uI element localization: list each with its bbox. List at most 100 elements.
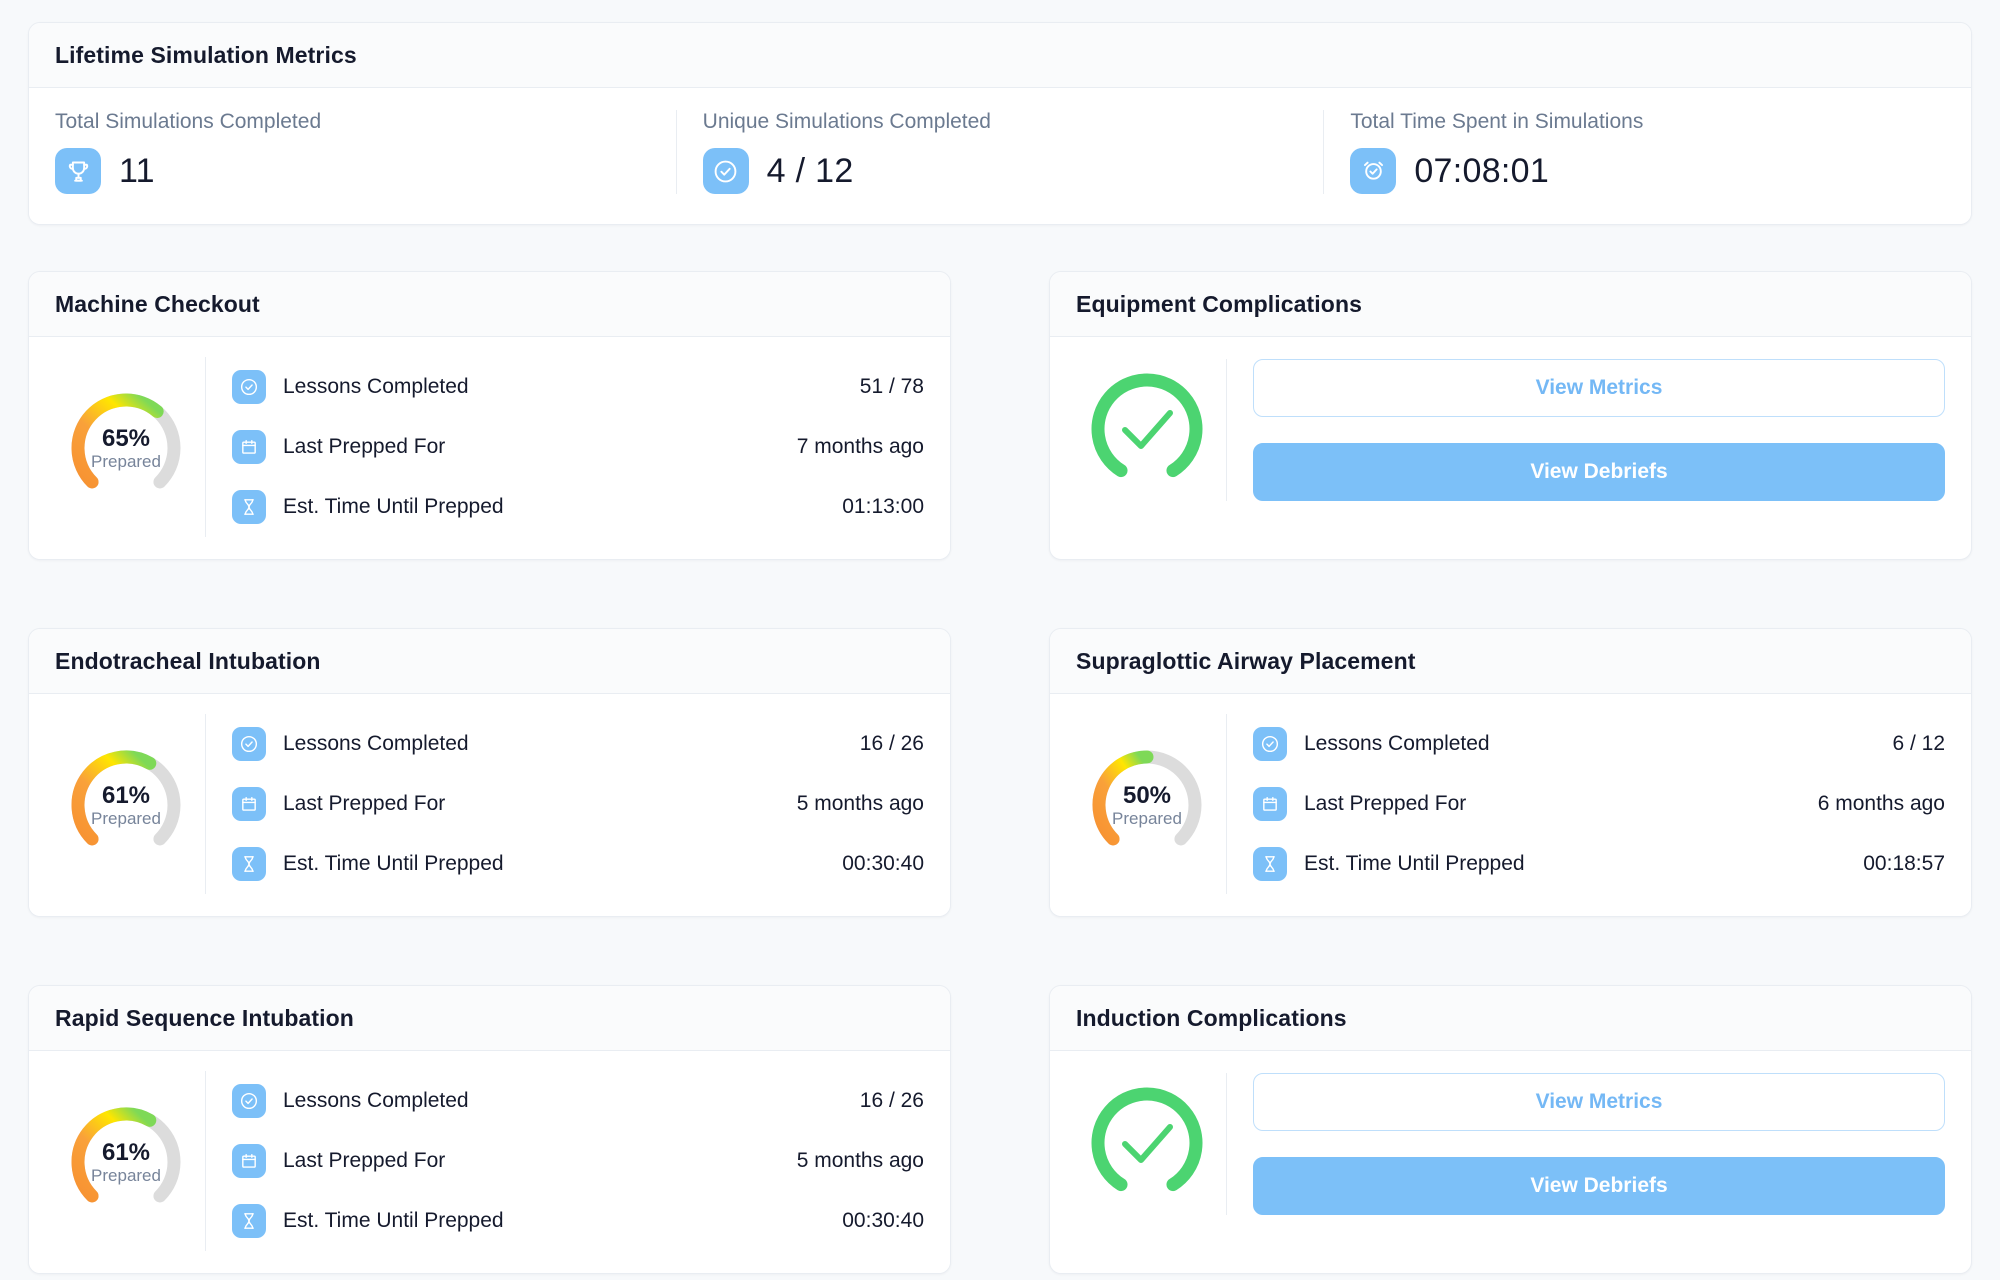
stat-value: 7 months ago xyxy=(796,435,924,458)
metric-value: 4 / 12 xyxy=(766,151,854,190)
stat-row: Last Prepped For 5 months ago xyxy=(232,1131,924,1191)
stat-row: Last Prepped For 6 months ago xyxy=(1253,774,1945,834)
stat-row: Lessons Completed 16 / 26 xyxy=(232,1071,924,1131)
hourglass-icon xyxy=(232,1204,266,1238)
metric-value-row: 4 / 12 xyxy=(702,148,1298,194)
check-circle-icon xyxy=(232,1084,266,1118)
stat-row: Est. Time Until Prepped 00:30:40 xyxy=(232,834,924,894)
skill-stats-list: Lessons Completed 6 / 12 Last Prepped For 6… xyxy=(1226,714,1945,894)
stat-row: Est. Time Until Prepped 00:18:57 xyxy=(1253,834,1945,894)
skill-card: Rapid Sequence Intubation 61% Prepared Less… xyxy=(28,985,951,1274)
card-actions: View Metrics View Debriefs xyxy=(1226,359,1945,501)
skill-stats-list: Lessons Completed 51 / 78 Last Prepped For… xyxy=(205,357,924,537)
skill-card-header: Endotracheal Intubation xyxy=(29,629,950,694)
skill-card-body: 61% Prepared Lessons Completed 16 / 26 Last … xyxy=(29,694,950,916)
skill-card-body: View Metrics View Debriefs xyxy=(1050,1051,1971,1239)
view-metrics-button[interactable]: View Metrics xyxy=(1253,1073,1945,1131)
dashboard-page: Lifetime Simulation Metrics Total Simula… xyxy=(0,0,2000,1280)
skill-card-body: View Metrics View Debriefs xyxy=(1050,337,1971,525)
lifetime-metric: Total Simulations Completed 11 xyxy=(29,110,676,194)
gauge-column xyxy=(1068,367,1226,493)
stat-row: Last Prepped For 7 months ago xyxy=(232,417,924,477)
gauge-column: 50% Prepared xyxy=(1068,741,1226,867)
gauge-sublabel: Prepared xyxy=(91,452,161,472)
stat-label: Lessons Completed xyxy=(283,732,469,755)
gauge-percent: 50% xyxy=(1122,781,1172,809)
preparedness-gauge: 61% Prepared xyxy=(60,741,192,867)
metric-value-row: 07:08:01 xyxy=(1350,148,1945,194)
stat-value: 6 months ago xyxy=(1817,792,1945,815)
check-circle-icon xyxy=(232,370,266,404)
metric-value: 11 xyxy=(119,151,155,190)
stat-value: 00:18:57 xyxy=(1863,852,1945,875)
skill-card: Supraglottic Airway Placement 50% Prepared… xyxy=(1049,628,1972,917)
gauge-column xyxy=(1068,1081,1226,1207)
skill-card-title: Endotracheal Intubation xyxy=(55,648,321,674)
lifetime-metrics-card: Lifetime Simulation Metrics Total Simula… xyxy=(28,22,1972,225)
stat-value: 5 months ago xyxy=(796,1149,924,1172)
gauge-sublabel: Prepared xyxy=(91,809,161,829)
stat-label: Last Prepped For xyxy=(283,792,446,815)
gauge-percent: 61% xyxy=(101,1138,151,1166)
check-gauge-icon xyxy=(1081,367,1213,493)
gauge-center-label: 65% Prepared xyxy=(60,384,192,510)
lifetime-metrics-row: Total Simulations Completed 11 Unique Simu… xyxy=(29,88,1971,224)
preparedness-gauge: 65% Prepared xyxy=(60,384,192,510)
skill-card-body: 50% Prepared Lessons Completed 6 / 12 Last P… xyxy=(1050,694,1971,916)
stat-row: Lessons Completed 16 / 26 xyxy=(232,714,924,774)
skill-card-title: Supraglottic Airway Placement xyxy=(1076,648,1416,674)
check-circle-icon xyxy=(702,148,749,194)
check-circle-icon xyxy=(1253,727,1287,761)
calendar-icon xyxy=(1253,787,1287,821)
gauge-sublabel: Prepared xyxy=(91,1166,161,1186)
stat-label: Est. Time Until Prepped xyxy=(283,1209,504,1232)
gauge-sublabel: Prepared xyxy=(1112,809,1182,829)
stat-label: Lessons Completed xyxy=(283,375,469,398)
trophy-icon xyxy=(55,148,101,194)
hourglass-icon xyxy=(232,847,266,881)
gauge-center-label: 61% Prepared xyxy=(60,741,192,867)
metric-label: Total Simulations Completed xyxy=(55,110,322,133)
metric-label: Unique Simulations Completed xyxy=(702,110,991,133)
stat-row: Lessons Completed 6 / 12 xyxy=(1253,714,1945,774)
check-circle-icon xyxy=(232,727,266,761)
alarm-check-icon xyxy=(1350,148,1397,194)
gauge-center-label: 61% Prepared xyxy=(60,1098,192,1224)
stat-row: Lessons Completed 51 / 78 xyxy=(232,357,924,417)
stat-label: Last Prepped For xyxy=(283,1149,446,1172)
skill-card-header: Machine Checkout xyxy=(29,272,950,337)
stat-row: Last Prepped For 5 months ago xyxy=(232,774,924,834)
skill-stats-list: Lessons Completed 16 / 26 Last Prepped For… xyxy=(205,714,924,894)
gauge-column: 61% Prepared xyxy=(47,741,205,867)
calendar-icon xyxy=(232,430,266,464)
calendar-icon xyxy=(232,1144,266,1178)
metric-value: 07:08:01 xyxy=(1414,151,1550,190)
stat-value: 00:30:40 xyxy=(842,852,924,875)
stat-row: Est. Time Until Prepped 01:13:00 xyxy=(232,477,924,537)
skill-card-header: Induction Complications xyxy=(1050,986,1971,1051)
view-debriefs-button[interactable]: View Debriefs xyxy=(1253,443,1945,501)
lifetime-metric: Unique Simulations Completed 4 / 12 xyxy=(675,110,1324,194)
preparedness-gauge: 50% Prepared xyxy=(1081,741,1213,867)
stat-label: Lessons Completed xyxy=(283,1089,469,1112)
skill-cards-grid: Machine Checkout 65% Prepared Lessons Compl… xyxy=(28,271,1972,1274)
card-actions: View Metrics View Debriefs xyxy=(1226,1073,1945,1215)
stat-value: 6 / 12 xyxy=(1892,732,1945,755)
hourglass-icon xyxy=(1253,847,1287,881)
stat-label: Est. Time Until Prepped xyxy=(1304,852,1525,875)
lifetime-metric: Total Time Spent in Simulations 07:08:01 xyxy=(1323,110,1971,194)
skill-card-header: Supraglottic Airway Placement xyxy=(1050,629,1971,694)
lifetime-metrics-header: Lifetime Simulation Metrics xyxy=(29,23,1971,88)
lifetime-metrics-body: Total Simulations Completed 11 Unique Simu… xyxy=(29,88,1971,224)
view-debriefs-button[interactable]: View Debriefs xyxy=(1253,1157,1945,1215)
stat-label: Est. Time Until Prepped xyxy=(283,852,504,875)
skill-card-header: Equipment Complications xyxy=(1050,272,1971,337)
skill-card: Induction Complications View Metrics View … xyxy=(1049,985,1972,1274)
stat-value: 51 / 78 xyxy=(859,375,924,398)
hourglass-icon xyxy=(232,490,266,524)
view-metrics-button[interactable]: View Metrics xyxy=(1253,359,1945,417)
skill-card-title: Rapid Sequence Intubation xyxy=(55,1005,354,1031)
metric-value-row: 11 xyxy=(55,148,650,194)
gauge-column: 61% Prepared xyxy=(47,1098,205,1224)
skill-card-title: Machine Checkout xyxy=(55,291,260,317)
